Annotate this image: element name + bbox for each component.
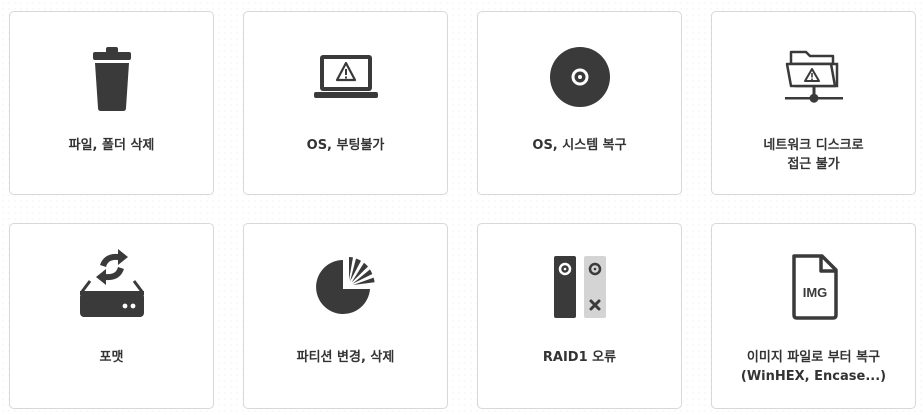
- card-label: OS, 부팅불가: [306, 138, 385, 153]
- card-label: 파티션 변경, 삭제: [296, 350, 395, 365]
- trash-icon: [77, 44, 147, 114]
- card-os-system-recovery[interactable]: OS, 시스템 복구: [477, 11, 682, 195]
- card-os-boot-fail[interactable]: OS, 부팅불가: [243, 11, 448, 195]
- raid-drives-icon: [545, 252, 615, 322]
- pie-chart-icon: [311, 252, 381, 322]
- card-image-file-recovery[interactable]: IMG 이미지 파일로 부터 복구 (WinHEX, Encase...): [711, 223, 916, 409]
- card-file-folder-delete[interactable]: 파일, 폴더 삭제: [9, 11, 214, 195]
- card-label: 네트워크 디스크로 접근 불가: [763, 138, 864, 172]
- card-label: RAID1 오류: [542, 350, 617, 365]
- laptop-warning-icon: [311, 42, 381, 112]
- disc-icon: [545, 42, 615, 112]
- card-partition-change-delete[interactable]: 파티션 변경, 삭제: [243, 223, 448, 409]
- card-format[interactable]: 포맷: [9, 223, 214, 409]
- recovery-options-grid: 파일, 폴더 삭제 OS, 부팅불가 OS, 시스템 복구 네트워크 디스크로 …: [0, 0, 923, 415]
- drive-sync-icon: [77, 248, 147, 318]
- img-icon-text: IMG: [802, 285, 827, 300]
- img-file-icon: IMG: [779, 252, 849, 322]
- network-folder-warning-icon: [779, 40, 849, 110]
- card-label: OS, 시스템 복구: [532, 138, 627, 153]
- card-label: 포맷: [99, 350, 124, 365]
- card-label: 파일, 폴더 삭제: [68, 138, 155, 153]
- card-network-disk-access-fail[interactable]: 네트워크 디스크로 접근 불가: [711, 11, 916, 195]
- card-label: 이미지 파일로 부터 복구 (WinHEX, Encase...): [740, 350, 887, 384]
- card-raid1-error[interactable]: RAID1 오류: [477, 223, 682, 409]
